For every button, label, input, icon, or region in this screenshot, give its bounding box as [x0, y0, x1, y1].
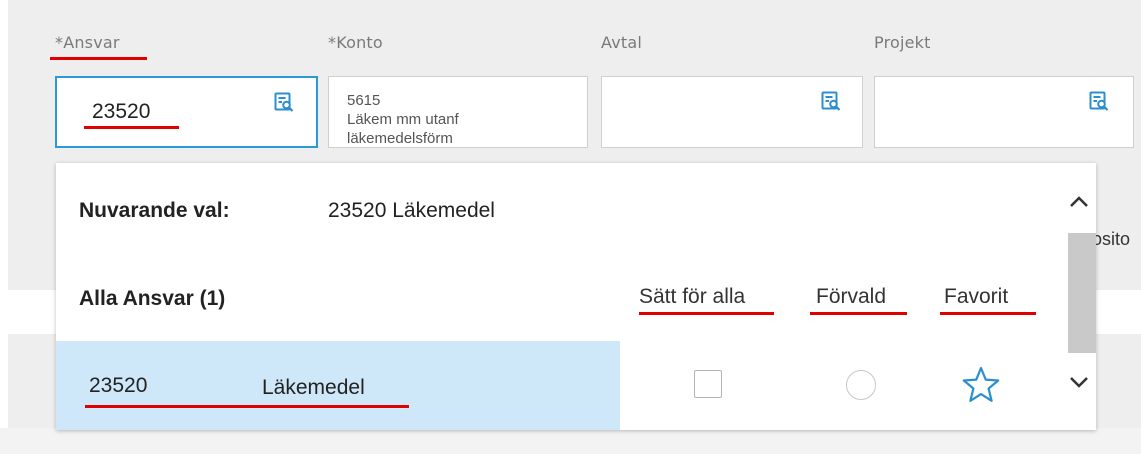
chevron-down-icon[interactable] — [1068, 371, 1090, 393]
list-item[interactable]: 23520 Läkemedel — [56, 341, 620, 430]
annotation-underline-row — [85, 405, 409, 408]
default-radio[interactable] — [846, 370, 876, 400]
lookup-icon[interactable] — [274, 92, 294, 112]
projekt-field[interactable] — [874, 76, 1134, 148]
annotation-underline-default — [810, 312, 907, 315]
konto-label: *Konto — [328, 33, 383, 52]
ansvar-input-value: 23520 — [92, 100, 151, 123]
favorite-column-header[interactable]: Favorit — [944, 285, 1008, 309]
default-column-header[interactable]: Förvald — [816, 285, 886, 309]
current-selection-label: Nuvarande val: — [79, 199, 230, 222]
konto-code: 5615 — [347, 92, 381, 109]
avtal-label: Avtal — [601, 33, 642, 52]
projekt-label: Projekt — [874, 33, 931, 52]
konto-value: 5615 Läkem mm utanf läkemedelsförm — [347, 91, 459, 147]
ansvar-field[interactable]: 23520 — [55, 76, 318, 148]
chevron-up-icon[interactable] — [1068, 191, 1090, 213]
annotation-underline-set-all — [639, 312, 774, 315]
avtal-field[interactable] — [601, 76, 863, 148]
row-name: Läkemedel — [262, 376, 365, 399]
bottom-strip — [0, 428, 1141, 454]
annotation-underline-ansvar — [50, 57, 147, 60]
konto-description: Läkem mm utanf — [347, 111, 459, 128]
ansvar-dropdown: Nuvarande val: 23520 Läkemedel Alla Ansv… — [56, 163, 1096, 430]
set-all-column-header[interactable]: Sätt för alla — [639, 285, 745, 309]
page: *Ansvar *Konto Avtal Projekt 23520 5615 … — [0, 0, 1141, 454]
all-ansvar-heading: Alla Ansvar (1) — [79, 287, 226, 310]
partial-label: osito — [1092, 229, 1131, 249]
annotation-underline-ansvar-value — [84, 126, 179, 129]
star-icon[interactable] — [961, 365, 1001, 405]
current-selection-value: 23520 Läkemedel — [328, 199, 495, 222]
dropdown-scrollbar[interactable] — [1062, 163, 1096, 430]
konto-description-overflow: läkemedelsförm — [347, 130, 453, 147]
set-all-checkbox[interactable] — [694, 370, 722, 398]
lookup-icon[interactable] — [1089, 91, 1109, 111]
lookup-icon[interactable] — [821, 91, 841, 111]
row-code: 23520 — [89, 374, 148, 397]
scrollbar-thumb[interactable] — [1068, 233, 1096, 353]
konto-field[interactable]: 5615 Läkem mm utanf läkemedelsförm — [328, 76, 588, 148]
annotation-underline-favorite — [940, 312, 1036, 315]
ansvar-label: *Ansvar — [55, 33, 120, 52]
